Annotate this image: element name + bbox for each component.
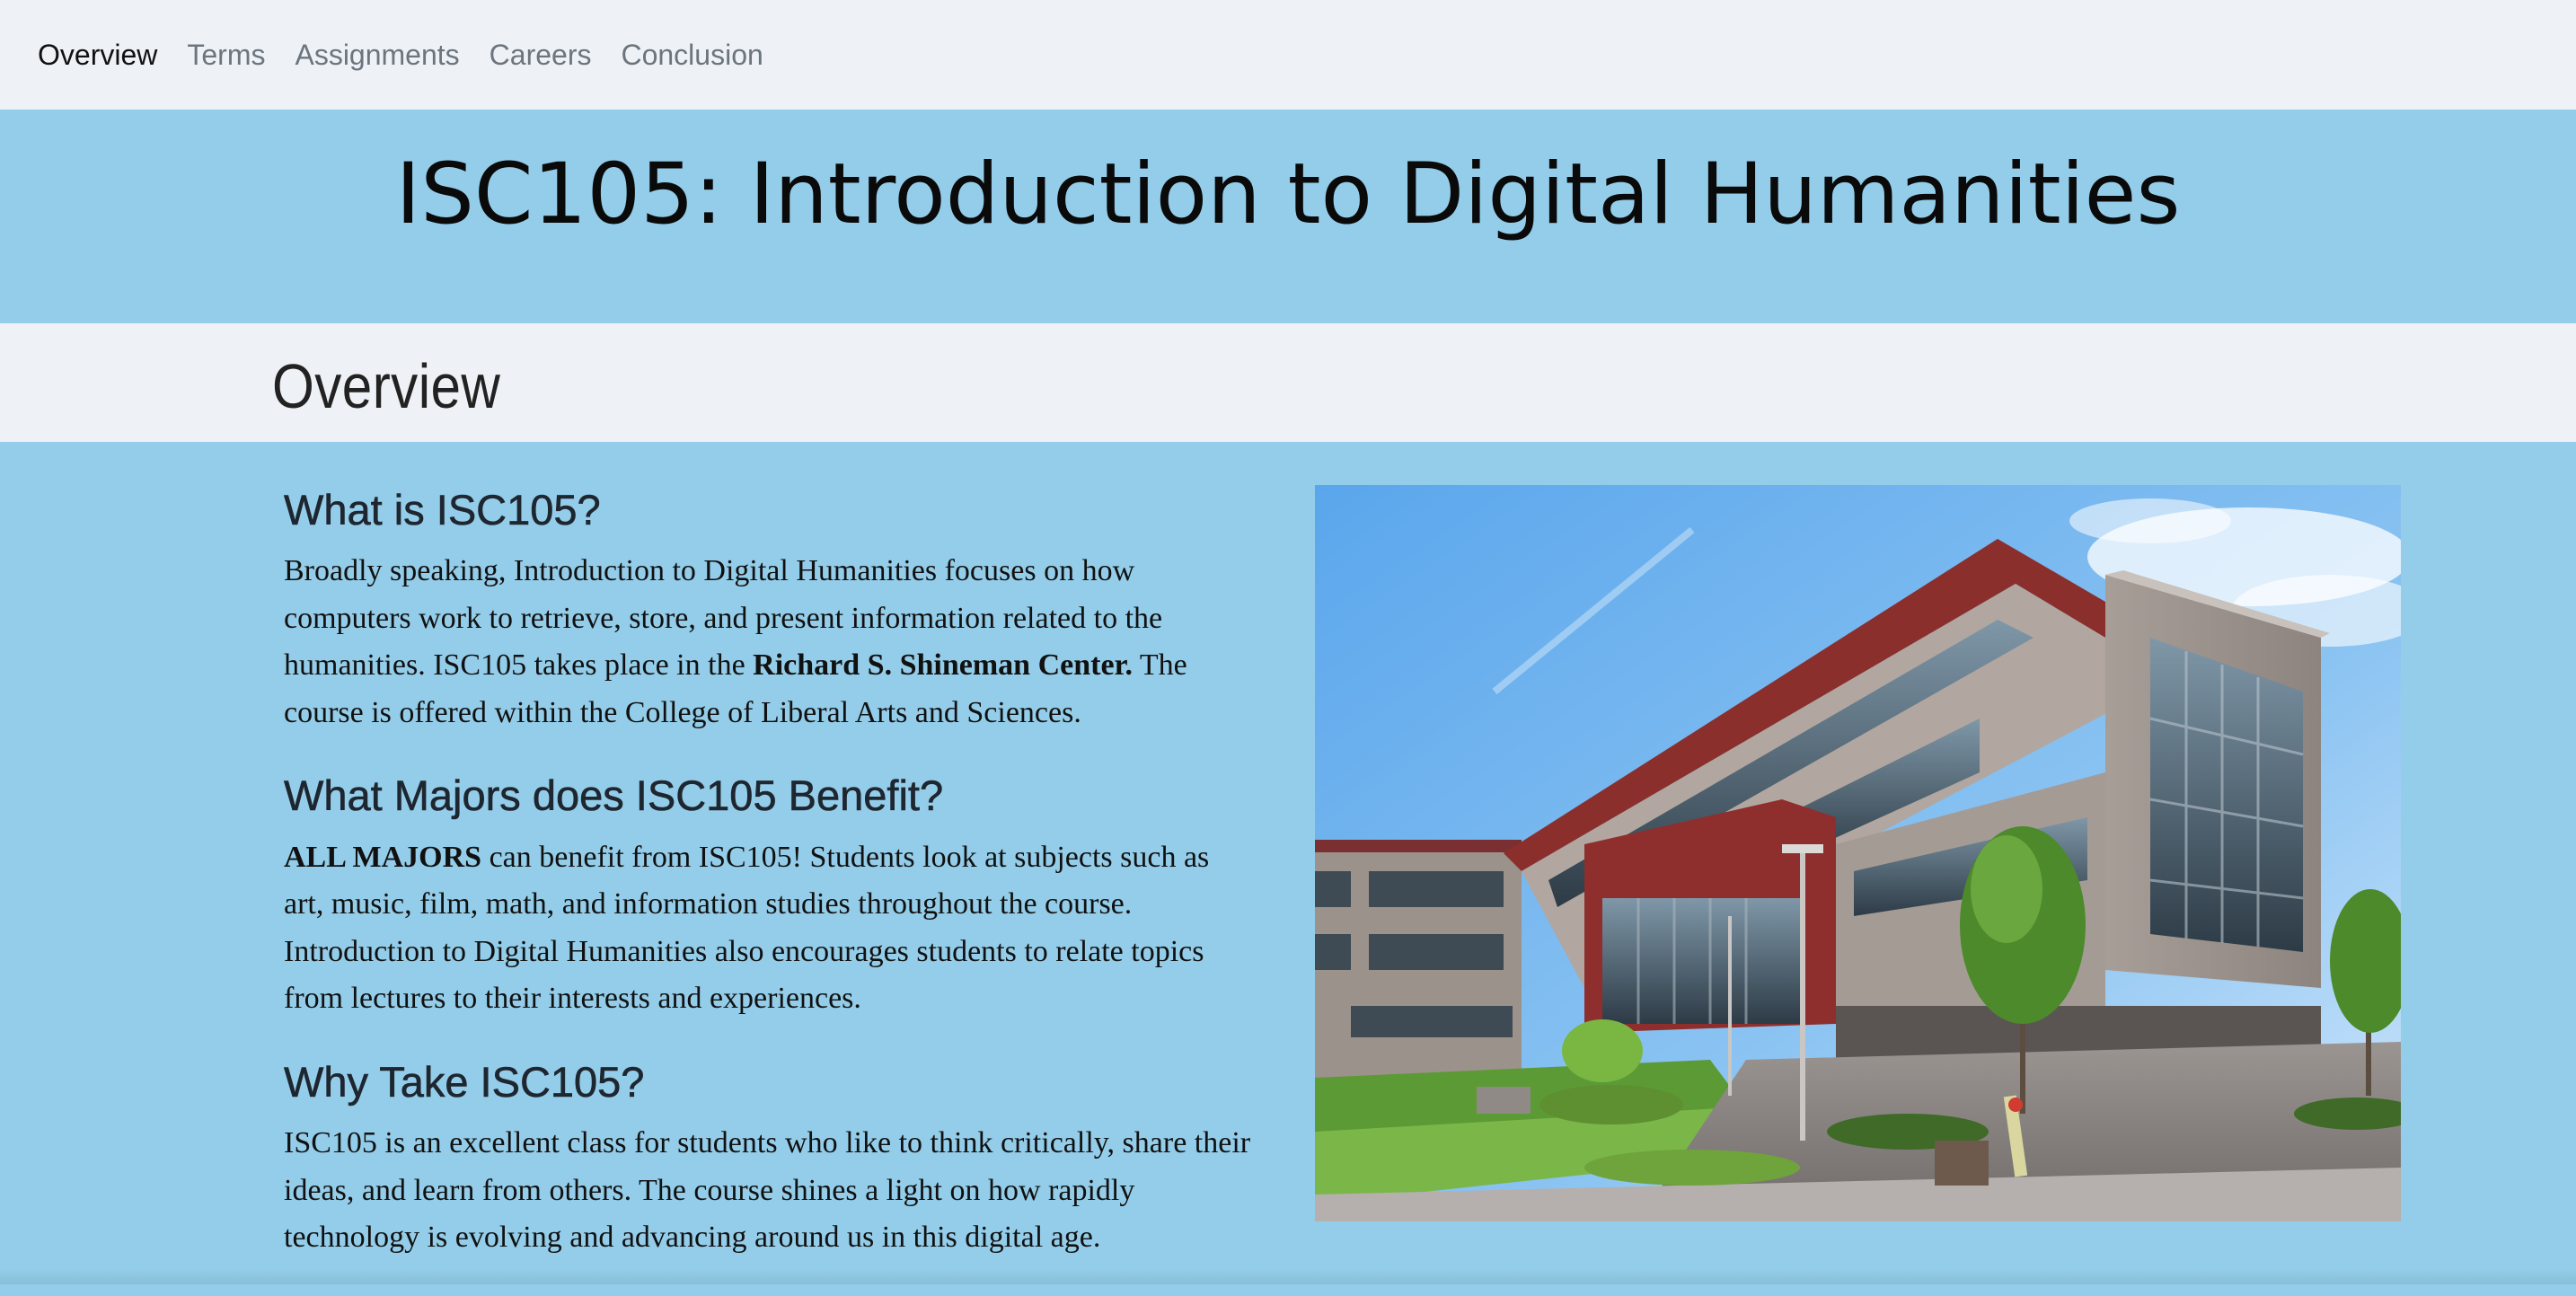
section-title: Overview [272, 351, 501, 421]
nav-link-conclusion[interactable]: Conclusion [621, 40, 763, 69]
nav-link-assignments[interactable]: Assignments [295, 40, 459, 69]
nav-link-overview[interactable]: Overview [38, 40, 157, 69]
why-take-paragraph: ISC105 is an excellent class for student… [284, 1126, 1251, 1255]
hero-banner: ISC105: Introduction to Digital Humaniti… [0, 110, 2576, 323]
overview-content: What is ISC105? Broadly speaking, Introd… [0, 442, 2576, 1284]
what-is-heading: What is ISC105? [284, 486, 601, 534]
text-column: What is ISC105? Broadly speaking, Introd… [284, 485, 1254, 1296]
what-is-paragraph: Broadly speaking, Introduction to Digita… [284, 548, 1254, 736]
all-majors-emphasis: ALL MAJORS [284, 840, 482, 874]
page-title: ISC105: Introduction to Digital Humaniti… [395, 145, 2181, 243]
building-name: Richard S. Shineman Center. [753, 648, 1134, 683]
building-photo [1315, 485, 2401, 1221]
majors-paragraph: ALL MAJORS can benefit from ISC105! Stud… [284, 834, 1254, 1023]
section-header: Overview [0, 323, 2576, 442]
bottom-shadow [0, 1270, 2576, 1284]
why-take-heading: Why Take ISC105? [284, 1057, 645, 1106]
nav-link-terms[interactable]: Terms [187, 40, 265, 69]
top-navbar: Overview Terms Assignments Careers Concl… [0, 0, 2576, 110]
nav-link-careers[interactable]: Careers [490, 40, 592, 69]
majors-heading: What Majors does ISC105 Benefit? [284, 771, 944, 820]
